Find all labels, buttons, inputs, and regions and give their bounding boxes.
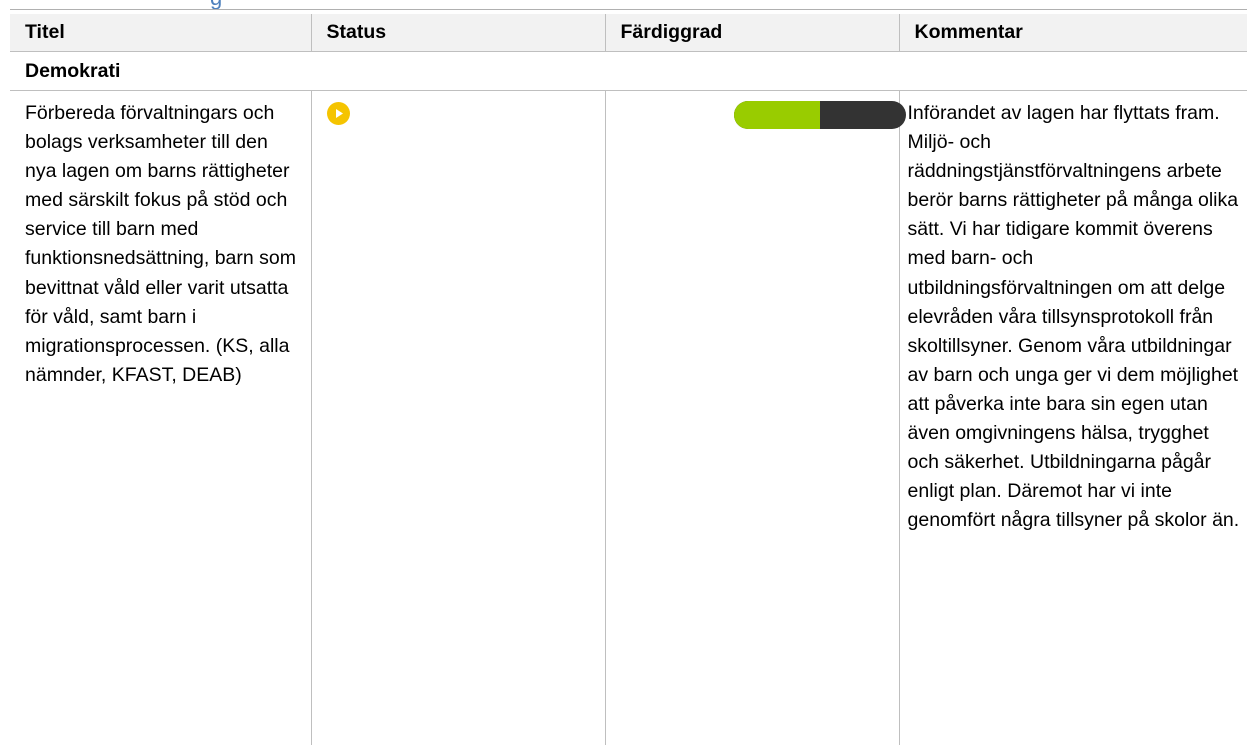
progress-bar-fill bbox=[733, 101, 820, 129]
column-header-fardiggrad: Färdiggrad bbox=[604, 14, 899, 52]
play-circle-icon bbox=[326, 102, 350, 125]
column-header-status: Status bbox=[310, 14, 605, 52]
progress-bar bbox=[733, 101, 906, 129]
row-comment: Införandet av lagen har flyttats fram. M… bbox=[898, 90, 1247, 745]
table-row: Förbereda förvaltningars och bolags verk… bbox=[10, 90, 1247, 745]
row-title: Förbereda förvaltningars och bolags verk… bbox=[10, 90, 312, 745]
row-progress-cell bbox=[604, 90, 906, 745]
status-table: Titel Status Färdiggrad Kommentar Demokr… bbox=[10, 14, 1247, 745]
top-divider bbox=[10, 9, 1247, 10]
column-header-titel: Titel bbox=[10, 14, 311, 52]
header-row: Titel Status Färdiggrad Kommentar bbox=[10, 14, 1247, 52]
section-row: Demokrati bbox=[10, 51, 1247, 91]
column-header-kommentar: Kommentar bbox=[898, 14, 1247, 52]
section-label: Demokrati bbox=[10, 51, 1247, 91]
row-status-cell bbox=[310, 90, 606, 745]
